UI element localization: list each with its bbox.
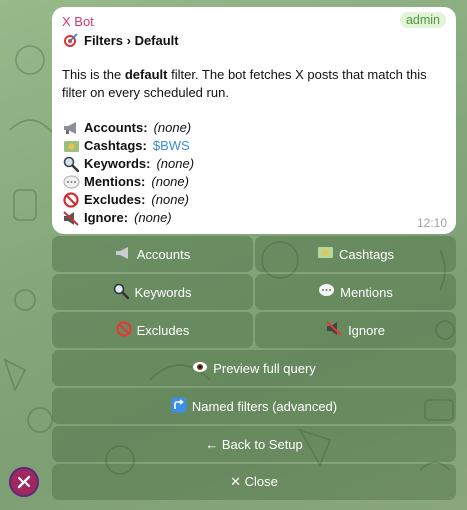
- excludes-button[interactable]: Excludes: [52, 312, 253, 348]
- message-description: This is the default filter. The bot fetc…: [62, 66, 445, 102]
- filter-value: (none): [151, 174, 189, 189]
- speech-bubble-icon: [318, 283, 335, 301]
- filter-label: Ignore:: [84, 210, 129, 225]
- dart-target-icon: [62, 32, 80, 48]
- no-entry-icon: [62, 192, 80, 208]
- button-label: Accounts: [136, 246, 191, 262]
- title-text: Filters › Default: [84, 32, 179, 48]
- desc-prefix: This is the: [62, 67, 125, 82]
- preview-query-button[interactable]: Preview full query: [52, 350, 456, 386]
- muted-speaker-icon: [326, 321, 343, 339]
- desc-bold: default: [124, 67, 168, 82]
- button-label: Named filters (advanced): [191, 398, 338, 414]
- filter-row-accounts: Accounts: (none): [62, 119, 445, 137]
- filter-row-cashtags: Cashtags: $BWS: [62, 137, 445, 155]
- back-to-setup-button[interactable]: ← Back to Setup: [52, 426, 456, 462]
- message-time: 12:10: [416, 216, 447, 230]
- filter-row-excludes: Excludes: (none): [62, 191, 445, 209]
- filter-value: (none): [134, 210, 172, 225]
- filter-label: Accounts:: [84, 120, 148, 135]
- money-icon: [317, 246, 334, 262]
- filter-label: Keywords:: [84, 156, 151, 171]
- button-label: ← Back to Setup: [205, 436, 303, 452]
- mentions-button[interactable]: Mentions: [255, 274, 456, 310]
- button-label: Preview full query: [213, 360, 316, 376]
- keywords-button[interactable]: Keywords: [52, 274, 253, 310]
- filter-value: (none): [156, 156, 195, 171]
- filter-label: Mentions:: [84, 174, 146, 189]
- message-bubble: X Bot admin Filters › Default This is th…: [52, 7, 456, 234]
- button-label: Cashtags: [339, 246, 394, 262]
- magnifier-icon: [62, 156, 80, 172]
- button-label: Keywords: [134, 284, 192, 300]
- eye-icon: [192, 360, 208, 377]
- muted-speaker-icon: [62, 210, 80, 226]
- accounts-button[interactable]: Accounts: [52, 236, 253, 272]
- filter-row-ignore: Ignore: (none): [62, 209, 445, 227]
- message-title: Filters › Default: [62, 32, 445, 48]
- no-entry-icon: [116, 320, 132, 340]
- filter-label: Excludes:: [84, 192, 146, 207]
- filter-row-mentions: Mentions: (none): [62, 173, 445, 191]
- magnifier-icon: [113, 283, 130, 302]
- filter-label: Cashtags:: [84, 138, 147, 153]
- button-label: ✕ Close: [230, 474, 278, 489]
- filter-list: Accounts: (none) Cashtags: $BWS Keywords…: [62, 119, 445, 227]
- filter-row-keywords: Keywords: (none): [62, 155, 445, 173]
- arrow-up-right-icon: [171, 397, 187, 416]
- inline-keyboard: Accounts Cashtags Keywords Mentions Excl…: [52, 236, 456, 502]
- cashtag-link[interactable]: $BWS: [153, 137, 190, 155]
- filter-value: (none): [153, 120, 192, 135]
- bot-avatar[interactable]: [9, 467, 39, 497]
- admin-badge: admin: [399, 12, 446, 28]
- close-button[interactable]: ✕ Close: [52, 464, 456, 500]
- button-label: Mentions: [340, 284, 393, 300]
- slash-icon: [17, 475, 31, 489]
- filter-value: (none): [151, 192, 189, 207]
- ignore-button[interactable]: Ignore: [255, 312, 456, 348]
- megaphone-icon: [115, 246, 132, 263]
- megaphone-icon: [62, 120, 80, 136]
- button-label: Ignore: [348, 322, 385, 338]
- cashtags-button[interactable]: Cashtags: [255, 236, 456, 272]
- speech-bubble-icon: [62, 174, 80, 190]
- named-filters-button[interactable]: Named filters (advanced): [52, 388, 456, 424]
- sender-name[interactable]: X Bot: [62, 14, 445, 29]
- button-label: Excludes: [136, 322, 190, 338]
- money-icon: [62, 138, 80, 154]
